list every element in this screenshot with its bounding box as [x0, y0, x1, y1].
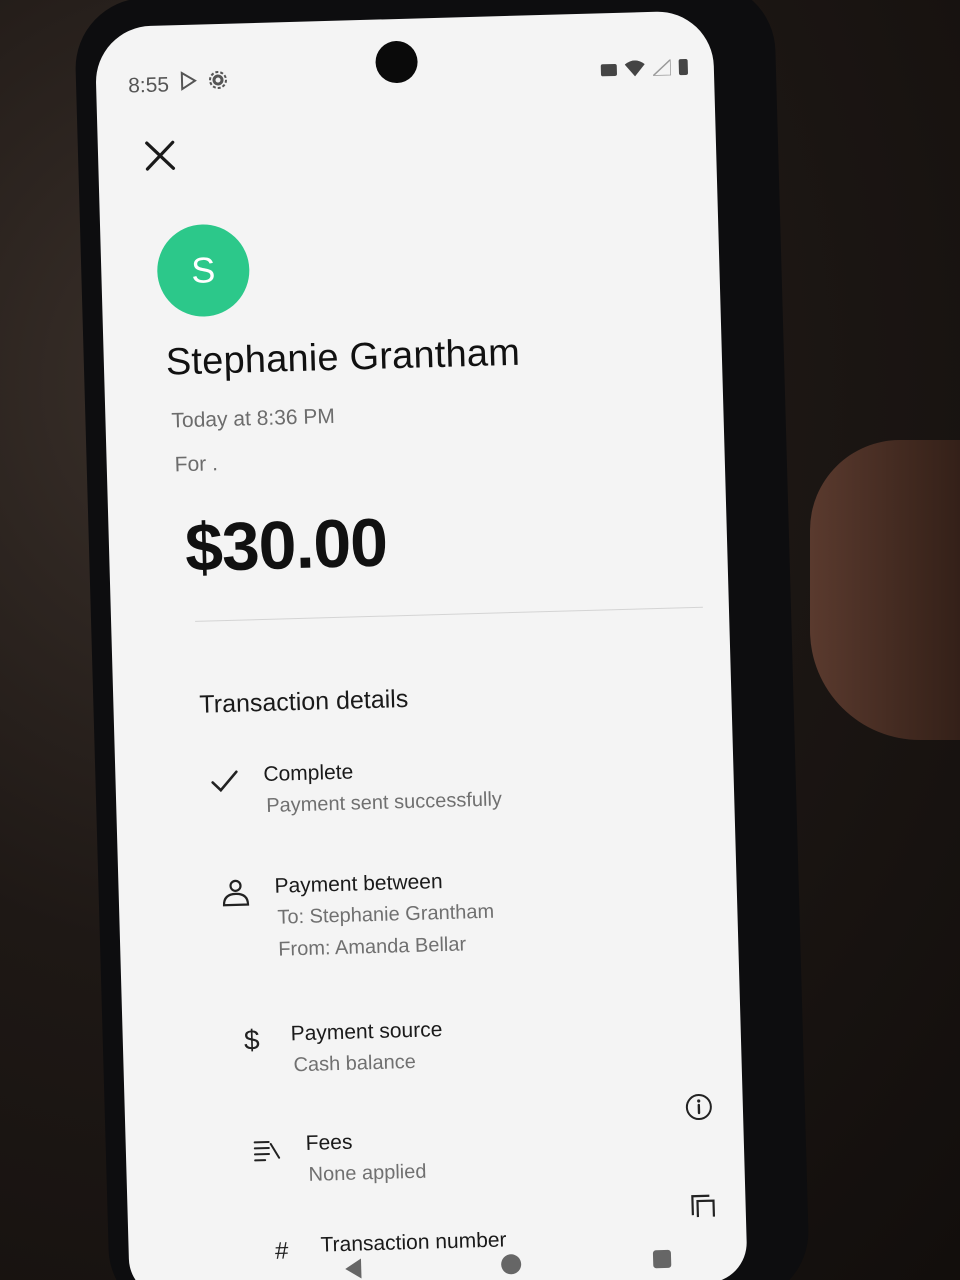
copy-icon[interactable]: [689, 1193, 716, 1220]
status-time: 8:55: [127, 73, 170, 98]
avatar-initial: S: [190, 249, 216, 291]
payment-between-title: Payment between: [274, 870, 443, 898]
close-icon[interactable]: [142, 137, 179, 174]
status-bar: 8:55: [96, 54, 715, 105]
settings-gear-icon: [208, 70, 229, 97]
status-icons: [600, 57, 689, 82]
recipient-name: Stephanie Grantham: [165, 331, 521, 384]
phone-screen: 8:55 S Stephanie Grantham Today at 8:36 …: [94, 10, 748, 1280]
work-briefcase-icon: [600, 62, 618, 80]
phone-device: 8:55 S Stephanie Grantham Today at 8:36 …: [73, 0, 811, 1280]
fees-title: Fees: [305, 1130, 353, 1155]
transaction-details-heading: Transaction details: [199, 684, 409, 719]
person-icon: [218, 875, 253, 910]
divider: [195, 606, 703, 622]
payment-from: From: Amanda Bellar: [277, 933, 467, 961]
wifi-icon: [624, 60, 646, 82]
fees-info-icon[interactable]: [684, 1093, 713, 1122]
payment-amount: $30.00: [183, 504, 389, 587]
fees-value: None applied: [308, 1160, 427, 1186]
recipient-avatar: S: [156, 223, 251, 318]
recents-nav-icon[interactable]: [652, 1249, 672, 1269]
payment-source-value: Cash balance: [293, 1050, 417, 1077]
dollar-icon: $: [243, 1024, 261, 1056]
payment-note: For .: [174, 452, 219, 477]
status-title: Complete: [263, 760, 354, 787]
transaction-timestamp: Today at 8:36 PM: [171, 404, 336, 433]
fees-list-icon: [249, 1133, 284, 1168]
check-icon: [207, 764, 242, 799]
back-nav-icon[interactable]: [344, 1258, 362, 1279]
payment-to: To: Stephanie Grantham: [277, 900, 495, 929]
status-subtitle: Payment sent successfully: [265, 788, 503, 817]
battery-icon: [678, 58, 689, 80]
cell-signal-icon: [651, 57, 672, 80]
finger: [810, 440, 960, 740]
home-nav-icon[interactable]: [500, 1254, 522, 1275]
payment-source-title: Payment source: [290, 1018, 443, 1046]
play-store-icon: [178, 71, 199, 98]
photo-scene: 8:55 S Stephanie Grantham Today at 8:36 …: [0, 0, 960, 1280]
